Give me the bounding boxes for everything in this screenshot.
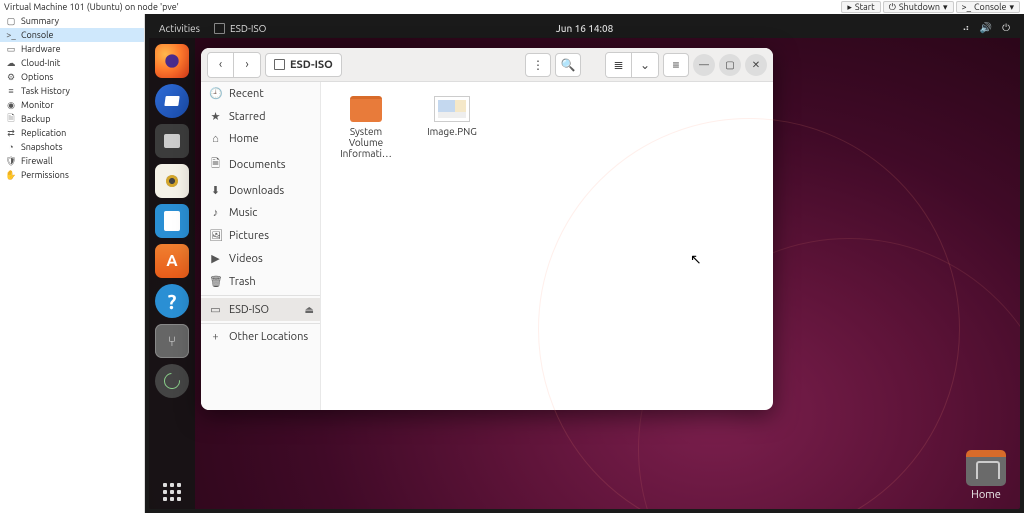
pve-side-options[interactable]: ⚙Options (0, 70, 144, 84)
power-icon: ⏻ (1002, 22, 1010, 34)
sidebar-other-locations[interactable]: +Other Locations (201, 326, 320, 348)
sidebar-esd-iso[interactable]: ▭ESD-ISO⏏ (201, 298, 320, 321)
maximize-button[interactable]: ▢ (719, 54, 741, 76)
pve-side-hardware[interactable]: ▭Hardware (0, 42, 144, 56)
view-dropdown-button[interactable]: ⌄ (632, 53, 658, 77)
close-button[interactable]: ✕ (745, 54, 767, 76)
pve-side-console[interactable]: >_Console (0, 28, 144, 42)
file-view[interactable]: System Volume Informati… Image.PNG (321, 82, 773, 410)
pve-sidebar: ▢Summary>_Console▭Hardware☁Cloud-Init⚙Op… (0, 14, 145, 513)
topbar-app[interactable]: ESD-ISO (214, 23, 266, 34)
start-button[interactable]: ▸Start (841, 1, 880, 13)
view-options-button[interactable]: ⋮ (525, 53, 551, 77)
dock: ? ⑂ (149, 38, 195, 509)
file-image-png[interactable]: Image.PNG (421, 96, 483, 137)
pve-side-firewall[interactable]: 🛡Firewall (0, 154, 144, 168)
dock-show-apps[interactable] (155, 475, 189, 509)
hamburger-menu-button[interactable]: ≡ (663, 53, 689, 77)
path-bar[interactable]: ESD-ISO (265, 53, 342, 77)
sidebar-downloads[interactable]: ⬇Downloads (201, 179, 320, 202)
home-folder-icon (966, 450, 1006, 486)
disk-icon (214, 23, 225, 34)
eject-icon[interactable]: ⏏ (305, 304, 314, 316)
desktop-home-folder[interactable]: Home (966, 450, 1006, 501)
search-button[interactable]: 🔍 (555, 53, 581, 77)
sidebar-music[interactable]: ♪Music (201, 202, 320, 224)
nautilus-window: ‹ › ESD-ISO ⋮ 🔍 ≣ ⌄ (201, 48, 773, 410)
gnome-topbar: Activities ESD-ISO Jun 16 14:08 ⠴ 🔊 ⏻ (149, 18, 1020, 38)
console-button[interactable]: >_Console▾ (956, 1, 1020, 13)
image-icon (434, 96, 470, 122)
pve-side-snapshots[interactable]: ◔Snapshots (0, 140, 144, 154)
dock-libreoffice[interactable] (155, 204, 189, 238)
sidebar-home[interactable]: ⌂Home (201, 128, 320, 150)
nautilus-sidebar: 🕘Recent★Starred⌂Home🗎Documents⬇Downloads… (201, 82, 321, 410)
dock-thunderbird[interactable] (155, 84, 189, 118)
nautilus-toolbar: ‹ › ESD-ISO ⋮ 🔍 ≣ ⌄ (201, 48, 773, 82)
dock-trash[interactable] (155, 364, 189, 398)
shutdown-button[interactable]: ⏻Shutdown▾ (883, 1, 954, 13)
pve-side-cloud-init[interactable]: ☁Cloud-Init (0, 56, 144, 70)
pve-side-backup[interactable]: 🗎Backup (0, 112, 144, 126)
network-icon: ⠴ (962, 22, 969, 34)
vnc-console[interactable]: Activities ESD-ISO Jun 16 14:08 ⠴ 🔊 ⏻ (145, 14, 1024, 513)
folder-icon (350, 96, 382, 122)
dock-files[interactable] (155, 124, 189, 158)
file-system-volume-informati-[interactable]: System Volume Informati… (335, 96, 397, 159)
disk-icon (274, 59, 285, 70)
mouse-cursor: ↖ (690, 251, 702, 268)
topbar-status[interactable]: ⠴ 🔊 ⏻ (962, 22, 1010, 34)
sidebar-documents[interactable]: 🗎Documents (201, 150, 320, 179)
pve-title: Virtual Machine 101 (Ubuntu) on node 'pv… (4, 2, 179, 12)
sidebar-pictures[interactable]: 🖼Pictures (201, 224, 320, 247)
sidebar-recent[interactable]: 🕘Recent (201, 82, 320, 105)
sidebar-trash[interactable]: 🗑Trash (201, 270, 320, 293)
pve-side-task-history[interactable]: ≡Task History (0, 84, 144, 98)
list-view-button[interactable]: ≣ (606, 53, 632, 77)
pve-side-permissions[interactable]: ✋Permissions (0, 168, 144, 182)
dock-software[interactable] (155, 244, 189, 278)
dock-rhythmbox[interactable] (155, 164, 189, 198)
pve-side-replication[interactable]: ⇄Replication (0, 126, 144, 140)
pve-side-monitor[interactable]: ◉Monitor (0, 98, 144, 112)
dock-usb-device[interactable]: ⑂ (155, 324, 189, 358)
dock-firefox[interactable] (155, 44, 189, 78)
pve-header: Virtual Machine 101 (Ubuntu) on node 'pv… (0, 0, 1024, 14)
dock-help[interactable]: ? (155, 284, 189, 318)
sidebar-starred[interactable]: ★Starred (201, 105, 320, 128)
forward-button[interactable]: › (234, 53, 260, 77)
pve-side-summary[interactable]: ▢Summary (0, 14, 144, 28)
activities-button[interactable]: Activities (159, 23, 200, 34)
minimize-button[interactable]: — (693, 54, 715, 76)
volume-icon: 🔊 (980, 22, 992, 34)
sidebar-videos[interactable]: ▶Videos (201, 247, 320, 270)
topbar-clock[interactable]: Jun 16 14:08 (556, 23, 614, 34)
back-button[interactable]: ‹ (208, 53, 234, 77)
